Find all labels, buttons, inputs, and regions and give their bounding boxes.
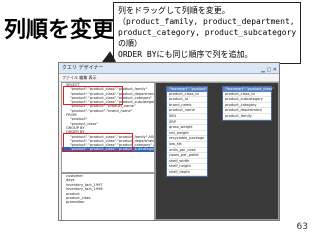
callout-line: ORDER BYにも同じ順序で列を追加。 [118, 50, 253, 59]
callout-line: 列をドラッグして列順を変更。 [118, 6, 230, 15]
query-designer-window: クエリ デザイナー ▁ ▢ ✕ ファイル 編集 表示 SELECT "produ… [58, 62, 280, 221]
page-number: 63 [296, 222, 308, 232]
menu-bar[interactable]: ファイル 編集 表示 [59, 74, 279, 82]
table-product[interactable]: "foodmart"."product" product_class_id pr… [166, 86, 208, 177]
callout-line: （product_family, product_department, [118, 17, 295, 26]
slide-title: 列順を変更 [4, 18, 115, 43]
callout-box: 列をドラッグして列順を変更。 （product_family, product_… [113, 2, 301, 64]
window-titlebar: クエリ デザイナー ▁ ▢ ✕ [59, 63, 279, 74]
list-item[interactable]: promotion [62, 200, 154, 204]
table-header[interactable]: "foodmart"."product_class" [223, 87, 274, 92]
select-columns-highlight [63, 86, 123, 105]
table-column[interactable]: shelf_depth [167, 170, 207, 176]
callout-line: product_category, product_subcategory [118, 28, 296, 37]
window-title: クエリ デザイナー [62, 65, 104, 71]
table-list[interactable]: customer days inventory_fact_1997 invent… [61, 173, 155, 220]
orderby-columns-highlight [63, 133, 133, 152]
table-header[interactable]: "foodmart"."product" [167, 87, 207, 92]
table-product-class[interactable]: "foodmart"."product_class" product_class… [222, 86, 274, 121]
diagram-canvas[interactable]: "foodmart"."product" product_class_id pr… [155, 82, 279, 220]
callout-line: の順） [118, 39, 142, 48]
table-column[interactable]: product_family [223, 114, 271, 120]
window-controls[interactable]: ▁ ▢ ✕ [261, 65, 277, 75]
